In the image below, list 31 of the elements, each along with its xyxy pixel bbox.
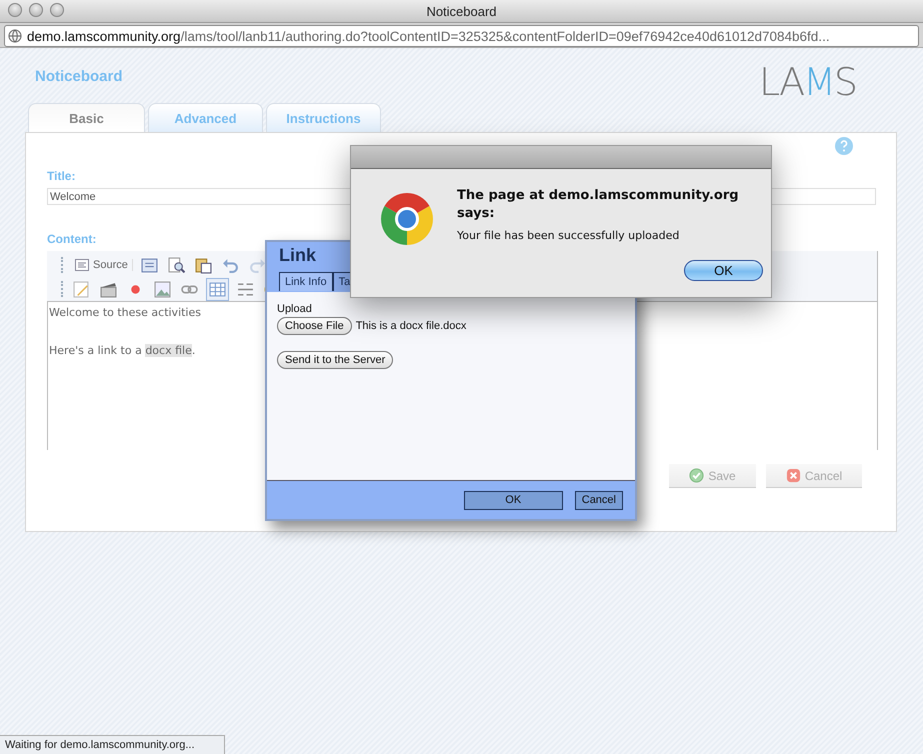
cancel-button[interactable]: Cancel [574,490,623,510]
paragraph: Welcome to these activities [49,305,201,321]
logo: LAMS [759,65,856,99]
ok-button[interactable]: OK [464,490,563,510]
tab[interactable]: Basic [28,103,145,132]
tab[interactable]: Link Info [279,272,333,291]
zoom-button[interactable] [50,3,64,17]
link[interactable]: docx file [145,344,192,357]
paragraph: Here's a link to a docx file. [49,343,196,359]
minimize-button[interactable] [29,3,43,17]
upload-label: Upload [277,303,313,315]
alert-message: Your file has been successfully uploaded [457,229,680,242]
globe-icon [8,29,22,43]
file-name: This is a docx file.docx [356,320,466,332]
title-label: Title: [47,169,76,185]
address-field[interactable]: demo.lamscommunity.org/lams/tool/lanb11/authoring.do?toolContentID=325325&contentFolderID=09ef76942ce40d61012d7084b6fd... [4,25,919,47]
status-bar: Waiting for demo.lamscommunity.org... [0,735,225,754]
ok-button[interactable]: OK [684,260,763,281]
dialog-title: Link [279,245,318,267]
choose-file-button[interactable]: Choose File [277,317,352,335]
document-icon [75,259,89,271]
window-title: Noticeboard [426,4,497,18]
page-heading: Noticeboard [35,68,123,85]
close-button[interactable] [8,3,22,17]
check-icon [689,468,704,483]
send-button[interactable]: Send it to the Server [277,351,394,369]
source-button[interactable]: Source [71,259,133,271]
close-icon [786,468,801,483]
search-icon[interactable] [166,254,187,276]
content-label: Content: [47,232,96,248]
help-icon[interactable] [834,136,854,156]
